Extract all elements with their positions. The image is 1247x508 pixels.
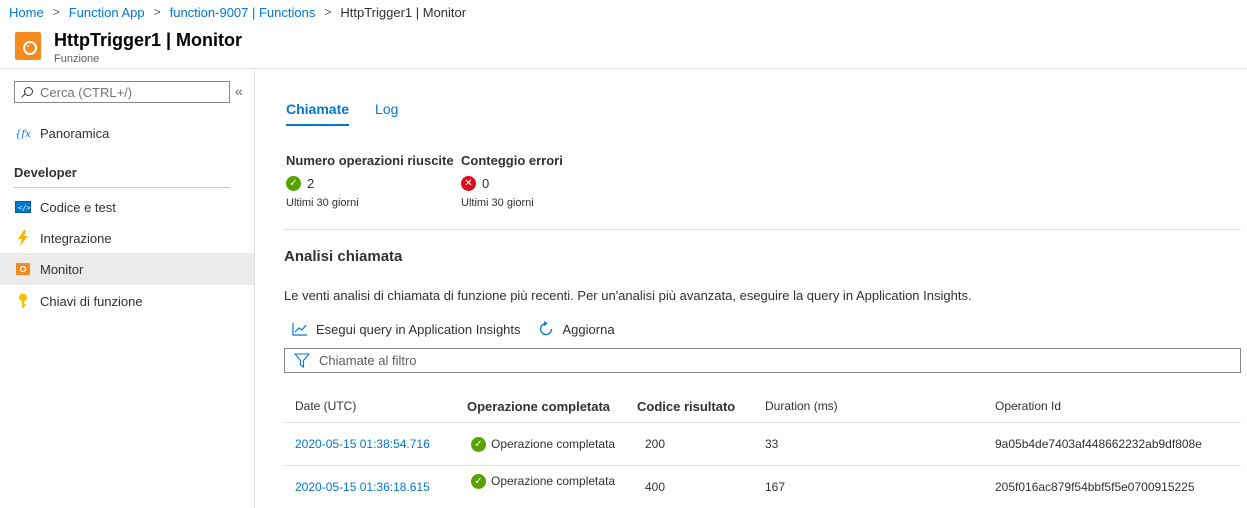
chart-line-icon	[292, 322, 308, 336]
svg-text:</>: </>	[18, 204, 31, 212]
breadcrumb-home[interactable]: Home	[9, 5, 44, 20]
refresh-button[interactable]: Aggiorna	[537, 320, 615, 338]
svg-text:{fx}: {fx}	[15, 129, 31, 140]
breadcrumb-current: HttpTrigger1 | Monitor	[340, 4, 467, 20]
section-divider	[284, 229, 1241, 230]
checkmark-icon: ✓	[471, 436, 486, 452]
toolbar: Esegui query in Application Insights Agg…	[292, 320, 631, 338]
main-content: Chiamate Log Numero operazioni riuscite …	[255, 69, 1247, 508]
sidebar-item-function-keys[interactable]: Chiavi di funzione	[0, 285, 254, 317]
column-header-date[interactable]: Date (UTC)	[295, 390, 356, 422]
metric-period: Ultimi 30 giorni	[286, 197, 359, 209]
chevron-right-icon: >	[153, 5, 161, 19]
sidebar-item-integration[interactable]: Integrazione	[0, 222, 254, 254]
function-icon: {fx}	[14, 125, 32, 141]
column-header-duration[interactable]: Duration (ms)	[765, 390, 838, 422]
sidebar-item-label: Chiavi di funzione	[40, 293, 143, 309]
function-app-icon	[15, 32, 41, 60]
breadcrumb-function-app[interactable]: Function App	[69, 5, 145, 20]
refresh-icon	[537, 320, 555, 338]
duration: 167	[765, 480, 786, 494]
result-code: 200	[645, 437, 666, 451]
breadcrumb: Home > Function App > function-9007 | Fu…	[0, 0, 1247, 24]
status-text: Operazione completata	[491, 474, 616, 488]
section-divider	[14, 187, 230, 188]
operation-id: 205f016ac879f54bbf5f5e0700915225	[995, 480, 1195, 494]
lightning-icon	[14, 230, 32, 246]
search-icon	[21, 86, 33, 98]
button-label: Aggiorna	[562, 321, 615, 337]
sidebar: « {fx} Panoramica Developer </> Codice e…	[0, 69, 255, 508]
result-code: 400	[645, 480, 666, 494]
code-icon: </>	[14, 199, 32, 215]
metric-label: Numero operazioni riuscite	[286, 153, 454, 168]
tab-invocations[interactable]: Chiamate	[286, 101, 350, 126]
invocation-date-link[interactable]: 2020-05-15 01:38:54.716	[295, 437, 430, 451]
metric-label: Conteggio errori	[461, 153, 563, 168]
sidebar-item-label: Integrazione	[40, 230, 112, 246]
collapse-sidebar-button[interactable]: «	[235, 83, 243, 99]
table-row: 2020-05-15 01:38:54.716 ✓ Operazione com…	[284, 423, 1241, 466]
invocations-table: Date (UTC) Operazione completata Codice …	[284, 390, 1241, 508]
table-header-row: Date (UTC) Operazione completata Codice …	[284, 390, 1241, 423]
search-input[interactable]	[40, 84, 220, 100]
sidebar-section-developer: Developer	[14, 165, 77, 180]
sidebar-item-label: Monitor	[40, 261, 84, 277]
sidebar-item-overview[interactable]: {fx} Panoramica	[0, 117, 254, 149]
sidebar-item-label: Panoramica	[40, 125, 110, 141]
metric-period: Ultimi 30 giorni	[461, 197, 534, 209]
sidebar-item-code-test[interactable]: </> Codice e test	[0, 191, 254, 223]
chevron-right-icon: >	[324, 5, 332, 19]
error-icon: ✕	[461, 176, 476, 191]
sidebar-item-monitor[interactable]: Monitor	[0, 253, 254, 285]
metric-value: 2	[307, 176, 315, 191]
page-title: HttpTrigger1 | Monitor	[54, 30, 243, 50]
page-subtitle: Funzione	[54, 53, 100, 65]
page-header: HttpTrigger1 | Monitor Funzione	[0, 24, 1247, 69]
filter-placeholder: Chiamate al filtro	[319, 353, 417, 368]
checkmark-icon: ✓	[286, 176, 301, 191]
monitor-icon	[14, 261, 32, 277]
filter-input[interactable]: Chiamate al filtro	[284, 348, 1241, 373]
column-header-operation-id[interactable]: Operation Id	[995, 390, 1061, 422]
metric-value: 0	[482, 176, 490, 191]
duration: 33	[765, 437, 779, 451]
tab-bar: Chiamate Log	[286, 101, 424, 126]
success-count-metric: Numero operazioni riuscite ✓ 2 Ultimi 30…	[286, 153, 454, 209]
section-description: Le venti analisi di chiamata di funzione…	[284, 288, 972, 303]
table-row: 2020-05-15 01:36:18.615 ✓ Operazione com…	[284, 466, 1241, 508]
breadcrumb-functions[interactable]: function-9007 | Functions	[170, 5, 316, 20]
query-app-insights-button[interactable]: Esegui query in Application Insights	[292, 322, 521, 337]
tab-logs[interactable]: Log	[375, 101, 398, 126]
column-header-status[interactable]: Operazione completata	[467, 390, 610, 422]
status-text: Operazione completata	[491, 437, 616, 451]
operation-id: 9a05b4de7403af448662232ab9df808e	[995, 437, 1202, 451]
chevron-right-icon: >	[52, 5, 60, 19]
sidebar-item-label: Codice e test	[40, 199, 116, 215]
error-count-metric: Conteggio errori ✕ 0 Ultimi 30 giorni	[461, 153, 563, 209]
invocation-date-link[interactable]: 2020-05-15 01:36:18.615	[295, 480, 430, 494]
sidebar-search[interactable]	[14, 81, 230, 103]
checkmark-icon: ✓	[471, 474, 486, 489]
key-icon	[14, 293, 32, 309]
section-title: Analisi chiamata	[284, 248, 403, 265]
button-label: Esegui query in Application Insights	[316, 321, 521, 337]
column-header-result-code[interactable]: Codice risultato	[637, 390, 735, 422]
filter-icon	[294, 353, 310, 368]
